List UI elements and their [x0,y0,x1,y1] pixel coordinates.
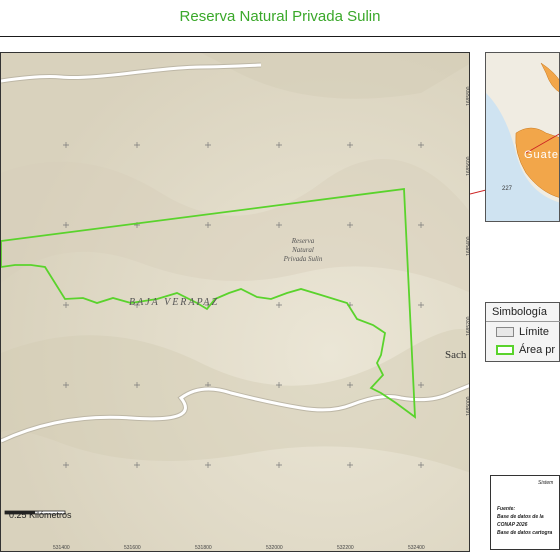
scale-label: 0.25 Kilómetros [9,510,72,520]
inset-number-label: 227 [502,186,513,192]
legend-item-label: Área pr [519,344,556,356]
reserve-label-line: Privada Sulin [283,255,323,263]
y-tick-right: 1685400 [466,236,472,256]
reserve-label: Reserva Natural Privada Sulin [273,237,333,264]
y-tick-right: 1685800 [466,86,472,106]
legend-swatch-limite [496,327,514,337]
legend-title: Simbología [492,306,548,318]
region-label: BAJA VERAPAZ [129,297,220,308]
reserve-label-line: Natural [292,246,314,254]
legend-item-label: Límite [519,326,549,338]
legend-item-area: Área pr [496,344,555,356]
info-line: Fuente: [497,506,516,512]
y-tick-right: 1685600 [466,156,472,176]
inset-label: Guate [524,149,559,161]
inset-map[interactable]: Guate 227 [485,52,560,222]
legend-divider [486,321,560,322]
inset-canvas [486,53,559,203]
legend-swatch-area [496,345,514,355]
y-tick-right: 1685200 [466,316,472,336]
legend-item-limite: Límite [496,326,549,338]
main-map[interactable]: Reserva Natural Privada Sulin BAJA VERAP… [0,52,470,552]
info-heading: Sistem [538,480,554,486]
x-tick-bottom: 531800 [195,545,212,551]
reserve-label-line: Reserva [291,237,315,245]
town-label: Sach [445,349,467,361]
info-line: Base de datos de la [497,514,544,520]
legend: Simbología Límite Área pr [485,302,560,362]
x-tick-bottom: 532200 [337,545,354,551]
y-tick-right: 1685000 [466,396,472,416]
x-tick-bottom: 532400 [408,545,425,551]
info-line: CONAP 2026 [497,522,528,528]
x-tick-bottom: 531600 [124,545,141,551]
info-line: Base de datos cartogra [497,530,553,536]
terrain-base [1,53,469,551]
title-divider [0,36,560,37]
map-canvas [1,53,469,551]
info-box: Sistem Fuente: Base de datos de la CONAP… [490,475,560,550]
map-title: Reserva Natural Privada Sulin [179,8,381,25]
x-tick-bottom: 531400 [53,545,70,551]
x-tick-bottom: 532000 [266,545,283,551]
